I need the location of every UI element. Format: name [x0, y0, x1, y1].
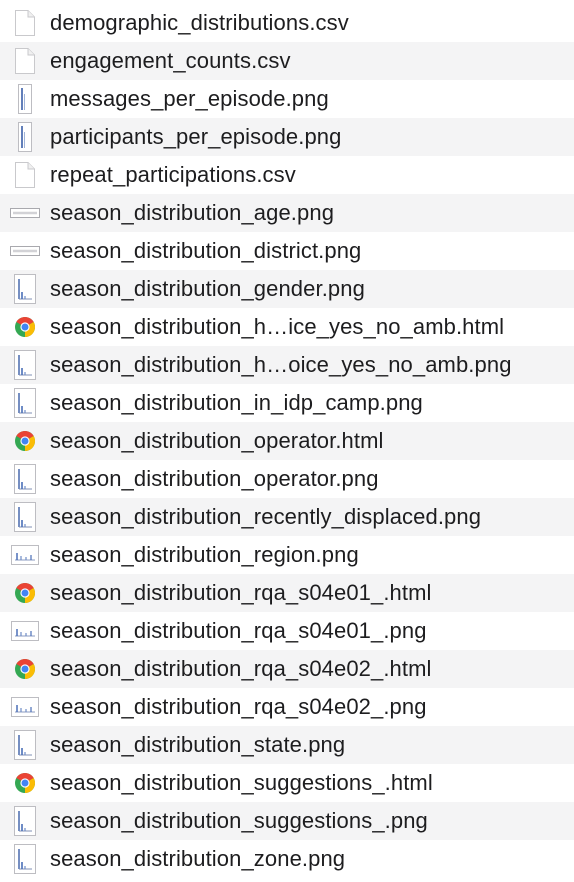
file-row[interactable]: repeat_participations.csv: [0, 156, 574, 194]
chart-thumbnail-icon: [10, 805, 40, 837]
file-row[interactable]: season_distribution_rqa_s04e01_.html: [0, 574, 574, 612]
file-name: season_distribution_rqa_s04e01_.png: [50, 618, 427, 643]
file-name: season_distribution_state.png: [50, 732, 346, 757]
tall-chart-thumbnail-icon: [10, 121, 40, 153]
file-name: season_distribution_age.png: [50, 200, 335, 225]
file-row[interactable]: season_distribution_h…oice_yes_no_amb.pn…: [0, 346, 574, 384]
landscape-chart-thumbnail-icon: [10, 615, 40, 647]
file-row[interactable]: season_distribution_recently_displaced.p…: [0, 498, 574, 536]
file-row[interactable]: season_distribution_region.png: [0, 536, 574, 574]
file-name: engagement_counts.csv: [50, 48, 291, 73]
file-name: season_distribution_suggestions_.html: [50, 770, 433, 795]
chrome-html-icon: [10, 425, 40, 457]
file-row[interactable]: season_distribution_rqa_s04e01_.png: [0, 612, 574, 650]
file-name: messages_per_episode.png: [50, 86, 329, 111]
file-name: season_distribution_suggestions_.png: [50, 808, 428, 833]
wide-chart-thumbnail-icon: [10, 235, 40, 267]
file-row[interactable]: season_distribution_operator.html: [0, 422, 574, 460]
file-name: participants_per_episode.png: [50, 124, 342, 149]
file-row[interactable]: season_distribution_suggestions_.png: [0, 802, 574, 840]
chart-thumbnail-icon: [10, 843, 40, 875]
csv-document-icon: [10, 159, 40, 191]
tall-chart-thumbnail-icon: [10, 83, 40, 115]
file-row[interactable]: season_distribution_rqa_s04e02_.html: [0, 650, 574, 688]
file-name: season_distribution_operator.png: [50, 466, 379, 491]
chrome-html-icon: [10, 653, 40, 685]
file-name: season_distribution_region.png: [50, 542, 359, 567]
chart-thumbnail-icon: [10, 463, 40, 495]
file-name: season_distribution_recently_displaced.p…: [50, 504, 482, 529]
file-name: season_distribution_h…ice_yes_no_amb.htm…: [50, 314, 505, 339]
chart-thumbnail-icon: [10, 273, 40, 305]
file-name: season_distribution_rqa_s04e01_.html: [50, 580, 432, 605]
file-row[interactable]: participants_per_episode.png: [0, 118, 574, 156]
chart-thumbnail-icon: [10, 729, 40, 761]
file-row[interactable]: engagement_counts.csv: [0, 42, 574, 80]
file-row[interactable]: season_distribution_gender.png: [0, 270, 574, 308]
chrome-html-icon: [10, 311, 40, 343]
chrome-html-icon: [10, 767, 40, 799]
chart-thumbnail-icon: [10, 349, 40, 381]
file-row[interactable]: demographic_distributions.csv: [0, 4, 574, 42]
file-name: season_distribution_zone.png: [50, 846, 346, 871]
file-row[interactable]: season_distribution_district.png: [0, 232, 574, 270]
file-name: season_distribution_h…oice_yes_no_amb.pn…: [50, 352, 512, 377]
file-name: season_distribution_operator.html: [50, 428, 384, 453]
file-row[interactable]: season_distribution_h…ice_yes_no_amb.htm…: [0, 308, 574, 346]
chart-thumbnail-icon: [10, 387, 40, 419]
landscape-chart-thumbnail-icon: [10, 691, 40, 723]
file-row[interactable]: season_distribution_age.png: [0, 194, 574, 232]
file-row[interactable]: season_distribution_zone.png: [0, 840, 574, 878]
chart-thumbnail-icon: [10, 501, 40, 533]
file-row[interactable]: season_distribution_suggestions_.html: [0, 764, 574, 802]
file-name: season_distribution_rqa_s04e02_.png: [50, 694, 427, 719]
file-row[interactable]: season_distribution_state.png: [0, 726, 574, 764]
file-name: season_distribution_district.png: [50, 238, 362, 263]
file-name: repeat_participations.csv: [50, 162, 296, 187]
file-name: season_distribution_gender.png: [50, 276, 365, 301]
file-row[interactable]: season_distribution_rqa_s04e02_.png: [0, 688, 574, 726]
landscape-chart-thumbnail-icon: [10, 539, 40, 571]
csv-document-icon: [10, 45, 40, 77]
file-name: season_distribution_rqa_s04e02_.html: [50, 656, 432, 681]
file-row[interactable]: season_distribution_operator.png: [0, 460, 574, 498]
file-list: demographic_distributions.csv engagement_…: [0, 0, 574, 882]
file-name: season_distribution_in_idp_camp.png: [50, 390, 423, 415]
wide-chart-thumbnail-icon: [10, 197, 40, 229]
file-row[interactable]: messages_per_episode.png: [0, 80, 574, 118]
chrome-html-icon: [10, 577, 40, 609]
csv-document-icon: [10, 7, 40, 39]
file-row[interactable]: season_distribution_in_idp_camp.png: [0, 384, 574, 422]
file-name: demographic_distributions.csv: [50, 10, 349, 35]
